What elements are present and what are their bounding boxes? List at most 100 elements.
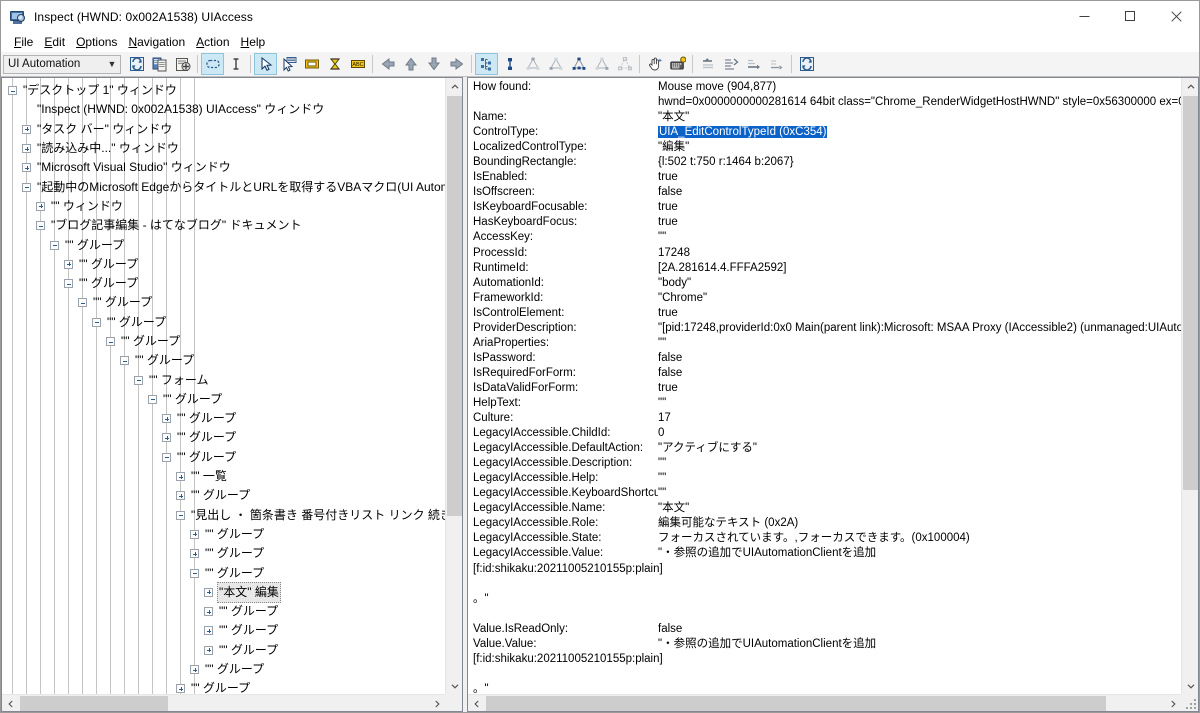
- expand-icon[interactable]: [176, 472, 185, 482]
- expand-icon[interactable]: [190, 549, 199, 559]
- expand-icon[interactable]: [204, 607, 213, 617]
- tree-item[interactable]: "" グループ: [2, 679, 445, 694]
- tree-item[interactable]: "" グループ: [2, 255, 445, 274]
- collapse-icon[interactable]: [92, 317, 101, 327]
- property-row[interactable]: hwnd=0x0000000000281614 64bit class="Chr…: [468, 95, 1181, 110]
- insert-after-icon[interactable]: [742, 53, 765, 75]
- property-row[interactable]: LegacyIAccessible.Value: "・参照の追加でUIAutoma…: [468, 546, 1181, 561]
- expand-icon[interactable]: [176, 684, 185, 694]
- props-horizontal-scrollbar[interactable]: [468, 694, 1181, 711]
- collapse-icon[interactable]: [134, 375, 143, 385]
- child-icon[interactable]: [567, 53, 590, 75]
- tree-item[interactable]: "" グループ: [2, 390, 445, 409]
- tree-item[interactable]: "見出し ・ 箇条書き 番号付きリスト リンク 続きを読む 引用 目: [2, 506, 445, 525]
- property-row[interactable]: RuntimeId: [2A.281614.4.FFFA2592]: [468, 261, 1181, 276]
- collapse-icon[interactable]: [148, 394, 157, 404]
- menu-navigation[interactable]: Navigation: [123, 34, 191, 51]
- tree-item[interactable]: "" グループ: [2, 409, 445, 428]
- insert-last-icon[interactable]: [765, 53, 788, 75]
- nav-up-icon[interactable]: [399, 53, 422, 75]
- maximize-button[interactable]: [1107, 1, 1153, 32]
- tree-item[interactable]: "起動中のMicrosoft EdgeからタイトルとURLを取得するVBAマクロ…: [2, 177, 445, 196]
- tree-vscroll-thumb[interactable]: [447, 96, 462, 516]
- mode-combo[interactable]: UI Automation ▼: [3, 54, 121, 74]
- tree-item[interactable]: "" グループ: [2, 235, 445, 254]
- properties-list[interactable]: How found: Mouse move (904,877) hwnd=0x000…: [468, 78, 1181, 694]
- expand-icon[interactable]: [190, 665, 199, 675]
- parent-icon[interactable]: [544, 53, 567, 75]
- insert-above-icon[interactable]: [696, 53, 719, 75]
- sibling-icon[interactable]: [590, 53, 613, 75]
- hand-pointer-icon[interactable]: [643, 53, 666, 75]
- property-row[interactable]: IsEnabled: true: [468, 170, 1181, 185]
- tree-item[interactable]: "" グループ: [2, 486, 445, 505]
- collapse-icon[interactable]: [120, 356, 129, 366]
- rectangle-highlight-icon[interactable]: [201, 53, 224, 75]
- property-row[interactable]: IsKeyboardFocusable: true: [468, 200, 1181, 215]
- properties-icon[interactable]: [171, 53, 194, 75]
- tree-item[interactable]: "Microsoft Visual Studio" ウィンドウ: [2, 158, 445, 177]
- property-row[interactable]: AccessKey: "": [468, 230, 1181, 245]
- expand-icon[interactable]: [204, 587, 213, 597]
- collapse-icon[interactable]: [22, 182, 31, 192]
- property-row[interactable]: IsPassword: false: [468, 351, 1181, 366]
- tree-item[interactable]: "" グループ: [2, 293, 445, 312]
- scroll-up-icon[interactable]: [446, 78, 462, 95]
- tree-item[interactable]: "" グループ: [2, 332, 445, 351]
- property-row[interactable]: ProcessId: 17248: [468, 246, 1181, 261]
- highlight-rect-icon[interactable]: [300, 53, 323, 75]
- tree-item[interactable]: "" グループ: [2, 274, 445, 293]
- tree-item[interactable]: "" フォーム: [2, 370, 445, 389]
- scroll-left-icon[interactable]: [468, 695, 485, 711]
- scroll-right-icon[interactable]: [1164, 695, 1181, 711]
- collapse-icon[interactable]: [64, 279, 73, 289]
- tree-item[interactable]: "" グループ: [2, 544, 445, 563]
- property-row[interactable]: LegacyIAccessible.Role: 編集可能なテキスト (0x2A): [468, 516, 1181, 531]
- tree-item[interactable]: "ブログ記事編集 - はてなブログ" ドキュメント: [2, 216, 445, 235]
- expand-icon[interactable]: [204, 626, 213, 636]
- property-row[interactable]: AriaProperties: "": [468, 336, 1181, 351]
- scroll-up-icon[interactable]: [1182, 78, 1198, 95]
- expand-icon[interactable]: [204, 645, 213, 655]
- refresh-icon[interactable]: [125, 53, 148, 75]
- collapse-icon[interactable]: [50, 240, 59, 250]
- descendant-icon[interactable]: [613, 53, 636, 75]
- property-row[interactable]: IsDataValidForForm: true: [468, 381, 1181, 396]
- resize-grip-icon[interactable]: [1185, 698, 1196, 709]
- property-row[interactable]: LegacyIAccessible.DefaultAction: "アクティブにす…: [468, 441, 1181, 456]
- collapse-icon[interactable]: [162, 452, 171, 462]
- expand-icon[interactable]: [36, 201, 45, 211]
- menu-options[interactable]: Options: [71, 34, 123, 51]
- property-row[interactable]: How found: Mouse move (904,877): [468, 80, 1181, 95]
- tree-item[interactable]: "読み込み中..." ウィンドウ: [2, 139, 445, 158]
- menu-file[interactable]: File: [9, 34, 39, 51]
- collapse-icon[interactable]: [78, 298, 87, 308]
- props-hscroll-thumb[interactable]: [486, 696, 1106, 711]
- tree-item[interactable]: "" グループ: [2, 621, 445, 640]
- scroll-right-icon[interactable]: [428, 695, 445, 711]
- menu-edit[interactable]: Edit: [39, 34, 71, 51]
- tree-item[interactable]: "タスク バー" ウィンドウ: [2, 120, 445, 139]
- property-row[interactable]: [468, 577, 1181, 592]
- expand-icon[interactable]: [22, 144, 31, 154]
- props-vscroll-thumb[interactable]: [1183, 96, 1198, 490]
- tree-hscroll-thumb[interactable]: [20, 696, 168, 711]
- property-row[interactable]: ControlType: UIA_EditControlTypeId (0xC35…: [468, 125, 1181, 140]
- watch-focus-icon[interactable]: [277, 53, 300, 75]
- collapse-icon[interactable]: [36, 221, 45, 231]
- expand-icon[interactable]: [64, 259, 73, 269]
- insert-list-icon[interactable]: [719, 53, 742, 75]
- cursor-select-icon[interactable]: [254, 53, 277, 75]
- tree-item[interactable]: "デスクトップ 1" ウィンドウ: [2, 81, 445, 100]
- property-row[interactable]: [468, 667, 1181, 682]
- element-tree[interactable]: "デスクトップ 1" ウィンドウ "Inspect (HWND: 0x002A15…: [2, 78, 445, 694]
- property-row[interactable]: LegacyIAccessible.Help: "": [468, 471, 1181, 486]
- tree-horizontal-scrollbar[interactable]: [2, 694, 445, 711]
- property-row[interactable]: IsRequiredForForm: false: [468, 366, 1181, 381]
- expand-icon[interactable]: [176, 491, 185, 501]
- tree-item[interactable]: "" ウィンドウ: [2, 197, 445, 216]
- property-row[interactable]: LocalizedControlType: "編集": [468, 140, 1181, 155]
- expand-icon[interactable]: [162, 414, 171, 424]
- ancestor-icon[interactable]: [521, 53, 544, 75]
- tree-item[interactable]: "" グループ: [2, 351, 445, 370]
